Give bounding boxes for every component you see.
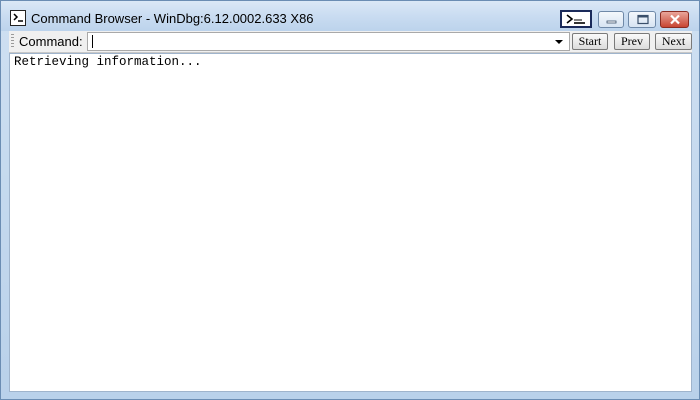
minimize-button[interactable] [598, 11, 624, 28]
toolbar-grip[interactable] [11, 34, 14, 49]
next-button[interactable]: Next [655, 33, 692, 50]
command-window-button[interactable] [560, 10, 592, 28]
close-button[interactable] [660, 11, 689, 28]
prev-button[interactable]: Prev [614, 33, 650, 50]
command-browser-window: Command Browser - WinDbg:6.12.0002.633 X… [0, 0, 700, 400]
chevron-down-icon [555, 40, 563, 44]
minimize-icon [606, 20, 617, 24]
output-pane[interactable]: Retrieving information... [9, 53, 692, 392]
command-dropdown-button[interactable] [550, 33, 568, 50]
command-toolbar: Command: Start Prev Next [9, 31, 692, 53]
output-text: Retrieving information... [14, 55, 202, 69]
title-bar[interactable]: Command Browser - WinDbg:6.12.0002.633 X… [1, 1, 699, 31]
window-title: Command Browser - WinDbg:6.12.0002.633 X… [31, 11, 314, 26]
close-icon [670, 14, 680, 25]
command-label: Command: [19, 34, 83, 49]
command-input[interactable] [87, 32, 570, 51]
start-button[interactable]: Start [572, 33, 608, 50]
command-window-icon[interactable] [10, 10, 26, 26]
maximize-button[interactable] [628, 11, 656, 28]
maximize-icon [637, 14, 649, 25]
text-cursor [92, 35, 93, 48]
